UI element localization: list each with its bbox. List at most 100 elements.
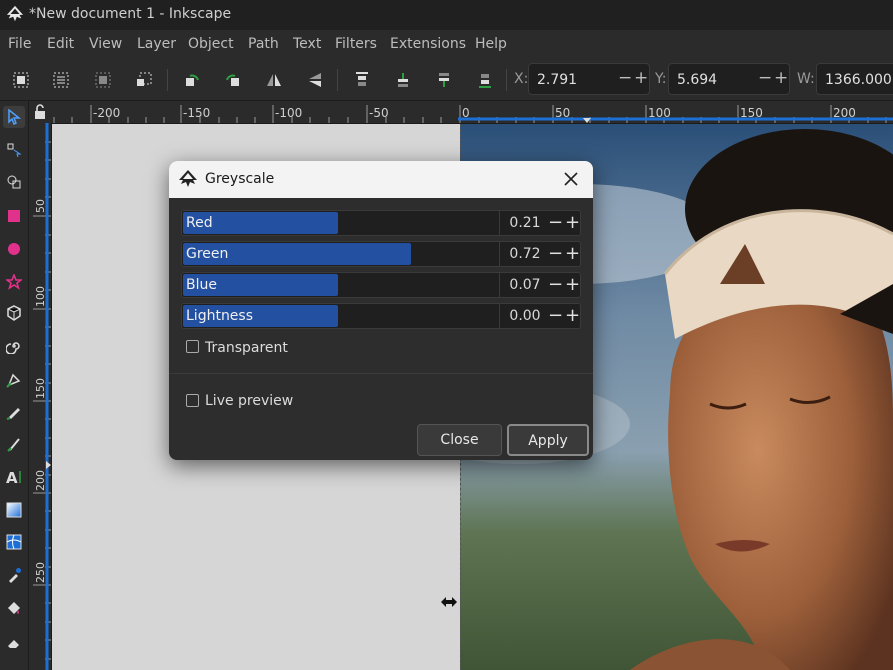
ruler-label: 0 [462,106,470,120]
menu-path[interactable]: Path [248,36,279,52]
w-value: 1366.000 [825,72,892,88]
close-button[interactable]: Close [417,424,502,456]
dialog-divider [169,373,593,374]
w-label: W: [797,71,815,87]
pencil-tool-icon[interactable] [3,401,25,423]
lightness-slider[interactable]: Lightness 0.00 − + [181,303,581,329]
paint-bucket-tool-icon[interactable] [3,597,25,619]
live-preview-checkbox[interactable] [186,394,199,407]
y-label: Y: [655,71,667,87]
menu-edit[interactable]: Edit [47,36,74,52]
menu-object[interactable]: Object [188,36,234,52]
shape-builder-icon[interactable] [3,171,25,193]
select-all-layers-icon[interactable] [48,67,74,93]
menu-bar: File Edit View Layer Object Path Text Fi… [0,30,893,60]
lightness-increment-button[interactable]: + [565,304,580,328]
menu-text[interactable]: Text [293,36,321,52]
menu-view[interactable]: View [89,36,122,52]
flip-horizontal-icon[interactable] [261,67,287,93]
resize-arrow-icon[interactable] [440,596,458,608]
w-field[interactable]: 1366.000 [816,63,893,95]
ellipse-tool-icon[interactable] [3,238,25,260]
dialog-header[interactable]: Greyscale [169,161,593,198]
blue-slider[interactable]: Blue 0.07 − + [181,272,581,298]
lightness-value[interactable]: 0.00 [499,304,550,328]
node-tool-icon[interactable] [3,139,25,161]
raise-to-top-icon[interactable] [349,67,375,93]
transparent-checkbox[interactable] [186,340,199,353]
x-increment-button[interactable]: + [634,70,648,87]
raise-icon[interactable] [390,67,416,93]
live-preview-label: Live preview [205,393,294,409]
y-decrement-button[interactable]: − [758,70,772,87]
selector-tool-icon[interactable] [3,106,25,128]
green-increment-button[interactable]: + [565,242,580,266]
svg-text:A: A [6,469,18,486]
eraser-tool-icon[interactable] [3,631,25,653]
green-slider[interactable]: Green 0.72 − + [181,241,581,267]
star-tool-icon[interactable] [3,271,25,293]
rectangle-tool-icon[interactable] [3,205,25,227]
flip-vertical-icon[interactable] [302,67,328,93]
x-label: X: [514,71,529,87]
dialog-title: Greyscale [205,171,275,187]
vertical-ruler[interactable]: 50 100 150 200 250 [29,123,52,670]
x-value: 2.791 [537,72,578,88]
toolbox: A [0,101,29,670]
ruler-label: 50 [34,199,47,213]
pen-tool-icon[interactable] [3,369,25,391]
ruler-label: -100 [275,106,303,120]
blue-decrement-button[interactable]: − [548,273,563,297]
horizontal-ruler[interactable]: -200 -150 -100 -50 0 50 100 150 200 [29,101,893,124]
close-icon[interactable] [561,169,581,189]
ruler-label: 200 [833,106,856,120]
ruler-label: 150 [34,378,47,399]
greyscale-dialog: Greyscale Red 0.21 − + Green 0.72 − + Bl… [169,161,593,460]
lightness-decrement-button[interactable]: − [548,304,563,328]
transparent-label: Transparent [205,340,288,356]
y-value: 5.694 [677,72,718,88]
ruler-label: 100 [34,286,47,307]
deselect-icon[interactable] [90,67,116,93]
red-label: Red [186,215,213,231]
lower-icon[interactable] [431,67,457,93]
gradient-tool-icon[interactable] [3,499,25,521]
y-increment-button[interactable]: + [774,70,788,87]
3d-box-tool-icon[interactable] [3,302,25,324]
window-title: *New document 1 - Inkscape [29,6,232,22]
title-bar: *New document 1 - Inkscape [0,0,893,30]
rotate-cw-icon[interactable] [220,67,246,93]
ruler-label: -200 [93,106,121,120]
tool-controls-bar: X: 2.791 − + Y: 5.694 − + W: 1366.000 [0,60,893,101]
red-decrement-button[interactable]: − [548,211,563,235]
mesh-tool-icon[interactable] [3,531,25,553]
text-tool-icon[interactable]: A [3,466,25,488]
rotate-ccw-icon[interactable] [179,67,205,93]
green-value[interactable]: 0.72 [499,242,550,266]
red-increment-button[interactable]: + [565,211,580,235]
menu-layer[interactable]: Layer [137,36,176,52]
red-value[interactable]: 0.21 [499,211,550,235]
red-slider[interactable]: Red 0.21 − + [181,210,581,236]
dropper-tool-icon[interactable] [3,564,25,586]
inkscape-logo-icon [179,170,197,187]
select-all-icon[interactable] [8,67,34,93]
lock-guides-icon[interactable] [31,103,49,121]
apply-button[interactable]: Apply [507,424,589,456]
calligraphy-tool-icon[interactable] [3,433,25,455]
menu-help[interactable]: Help [475,36,507,52]
blue-value[interactable]: 0.07 [499,273,550,297]
touch-select-icon[interactable] [131,67,157,93]
menu-extensions[interactable]: Extensions [390,36,466,52]
x-decrement-button[interactable]: − [618,70,632,87]
green-decrement-button[interactable]: − [548,242,563,266]
spiral-tool-icon[interactable] [3,335,25,357]
ruler-label: 200 [34,470,47,491]
ruler-label: 50 [555,106,571,120]
blue-increment-button[interactable]: + [565,273,580,297]
green-label: Green [186,246,229,262]
menu-file[interactable]: File [8,36,31,52]
lightness-label: Lightness [186,308,254,324]
menu-filters[interactable]: Filters [335,36,377,52]
lower-to-bottom-icon[interactable] [472,67,498,93]
